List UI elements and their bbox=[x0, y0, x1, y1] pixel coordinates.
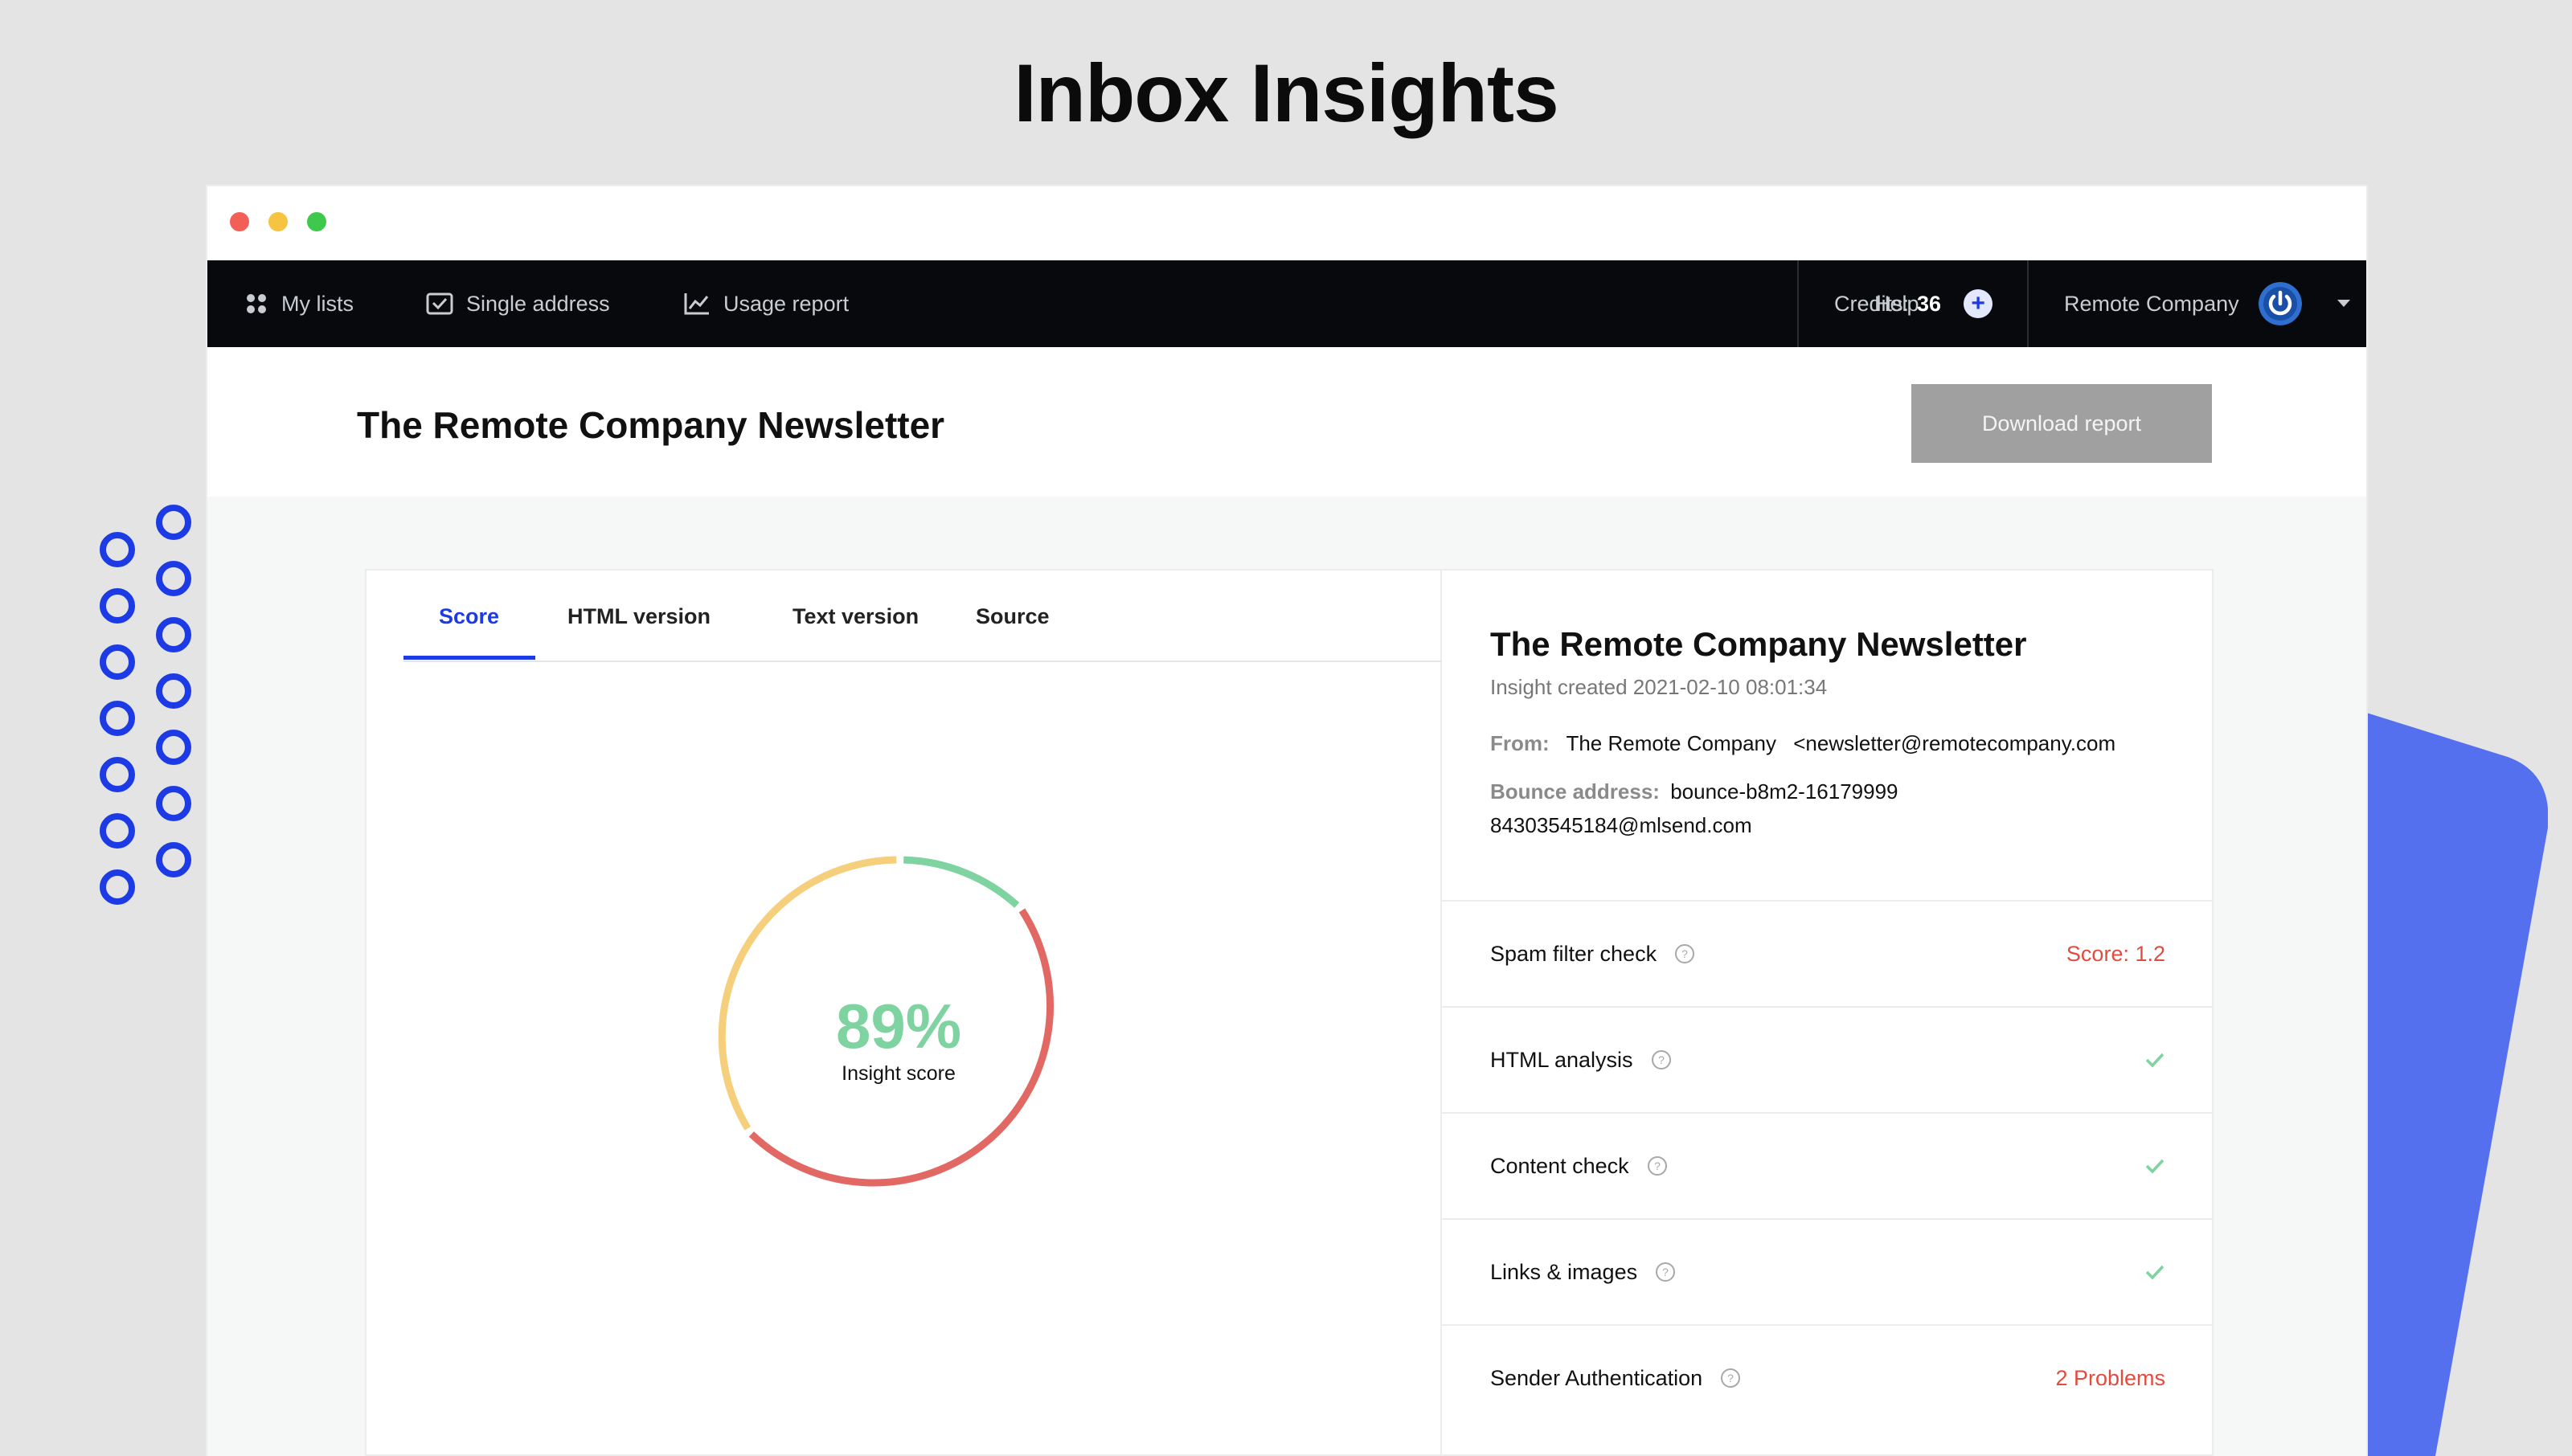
nav-credits: Credits: 36 + bbox=[1834, 260, 1993, 347]
nav-usage-report-label: Usage report bbox=[723, 291, 850, 316]
download-report-button[interactable]: Download report bbox=[1911, 384, 2212, 463]
checkmark-icon bbox=[2145, 1159, 2164, 1174]
decorative-dot bbox=[156, 730, 191, 765]
score-panel: Score HTML version Text version Source 8… bbox=[367, 571, 1442, 1456]
from-line: From: The Remote Company <newsletter@rem… bbox=[1490, 731, 2115, 756]
nav-my-lists-label: My lists bbox=[281, 291, 354, 316]
help-circle-icon[interactable]: ? bbox=[1674, 943, 1695, 964]
check-label-wrap: HTML analysis ? bbox=[1490, 1048, 1672, 1073]
decorative-dot-grid bbox=[100, 505, 204, 914]
tab-score[interactable]: Score bbox=[439, 571, 499, 662]
check-label-wrap: Content check ? bbox=[1490, 1154, 1668, 1179]
maximize-window-button[interactable] bbox=[307, 212, 326, 231]
credits-label: Credits: bbox=[1834, 291, 1910, 316]
decorative-dot bbox=[100, 701, 135, 736]
active-tab-indicator bbox=[403, 656, 535, 660]
check-row-html-analysis[interactable]: HTML analysis ? bbox=[1442, 1006, 2214, 1112]
check-label: Spam filter check bbox=[1490, 941, 1657, 966]
tab-html-version[interactable]: HTML version bbox=[567, 571, 711, 662]
sender-auth-status: 2 Problems bbox=[2055, 1365, 2165, 1390]
close-window-button[interactable] bbox=[230, 212, 249, 231]
check-label-wrap: Sender Authentication ? bbox=[1490, 1366, 1741, 1391]
grid-dots-icon bbox=[247, 294, 266, 313]
decorative-dot bbox=[100, 532, 135, 567]
insight-score-value: 89% bbox=[835, 991, 962, 1061]
from-label: From: bbox=[1490, 731, 1550, 755]
credits-value: 36 bbox=[1917, 291, 1942, 316]
tab-bar: Score HTML version Text version Source bbox=[403, 571, 1442, 662]
page-title: The Remote Company Newsletter bbox=[357, 404, 945, 446]
check-row-spam-filter[interactable]: Spam filter check ? Score: 1.2 bbox=[1442, 900, 2214, 1006]
help-circle-icon[interactable]: ? bbox=[1651, 1049, 1672, 1070]
decorative-dot bbox=[156, 505, 191, 540]
decorative-dot bbox=[100, 588, 135, 624]
tab-text-version[interactable]: Text version bbox=[792, 571, 919, 662]
report-details-panel: The Remote Company Newsletter Insight cr… bbox=[1442, 571, 2214, 1456]
minimize-window-button[interactable] bbox=[268, 212, 288, 231]
check-row-links-images[interactable]: Links & images ? bbox=[1442, 1218, 2214, 1324]
tab-text-version-label: Text version bbox=[792, 603, 919, 628]
tab-source[interactable]: Source bbox=[976, 571, 1050, 662]
caret-down-icon[interactable] bbox=[2336, 299, 2352, 309]
bounce-label: Bounce address: bbox=[1490, 779, 1660, 804]
window-titlebar bbox=[207, 186, 2366, 260]
help-circle-icon[interactable]: ? bbox=[1655, 1262, 1676, 1282]
nav-usage-report[interactable]: Usage report bbox=[683, 260, 849, 347]
decorative-dot bbox=[100, 757, 135, 792]
insight-created-timestamp: Insight created 2021-02-10 08:01:34 bbox=[1490, 675, 1828, 699]
nav-my-lists[interactable]: My lists bbox=[244, 260, 354, 347]
tab-source-label: Source bbox=[976, 603, 1050, 628]
power-avatar-icon bbox=[2258, 282, 2302, 325]
page-header: The Remote Company Newsletter Download r… bbox=[207, 347, 2366, 497]
report-title: The Remote Company Newsletter bbox=[1490, 625, 2027, 663]
decorative-dot bbox=[156, 786, 191, 821]
decorative-dot bbox=[156, 673, 191, 709]
help-circle-icon[interactable]: ? bbox=[1647, 1155, 1668, 1176]
decorative-dot bbox=[156, 617, 191, 652]
donut-segment-green bbox=[903, 856, 1020, 908]
from-name: The Remote Company bbox=[1566, 731, 1776, 755]
decorative-dot bbox=[156, 842, 191, 877]
check-label: HTML analysis bbox=[1490, 1047, 1633, 1072]
decorative-dot bbox=[156, 561, 191, 596]
check-label: Sender Authentication bbox=[1490, 1365, 1703, 1390]
svg-text:?: ? bbox=[1727, 1372, 1734, 1384]
svg-text:?: ? bbox=[1662, 1266, 1669, 1278]
svg-text:?: ? bbox=[1654, 1159, 1661, 1172]
bounce-address: Bounce address: bounce-b8m2-161799998430… bbox=[1490, 775, 1908, 842]
check-label: Links & images bbox=[1490, 1259, 1638, 1284]
line-chart-icon bbox=[684, 293, 709, 315]
svg-text:?: ? bbox=[1681, 947, 1688, 960]
check-label-wrap: Links & images ? bbox=[1490, 1260, 1676, 1285]
insight-card: Score HTML version Text version Source 8… bbox=[365, 569, 2214, 1456]
check-label: Content check bbox=[1490, 1153, 1629, 1178]
add-credits-button[interactable]: + bbox=[1964, 289, 1993, 318]
app-window: My lists Single address Usage report Hel… bbox=[207, 186, 2366, 1456]
tab-html-version-label: HTML version bbox=[567, 603, 711, 628]
check-row-content-check[interactable]: Content check ? bbox=[1442, 1112, 2214, 1218]
decorative-dot bbox=[100, 644, 135, 680]
top-navigation: My lists Single address Usage report Hel… bbox=[207, 260, 2366, 347]
checkmark-icon bbox=[2145, 1265, 2164, 1280]
decorative-dot bbox=[100, 869, 135, 905]
nav-single-address[interactable]: Single address bbox=[426, 260, 610, 347]
nav-single-address-label: Single address bbox=[466, 291, 610, 316]
nav-divider bbox=[2027, 260, 2029, 347]
envelope-check-icon bbox=[426, 292, 453, 315]
account-name: Remote Company bbox=[2064, 291, 2239, 316]
tab-score-label: Score bbox=[439, 603, 500, 628]
svg-text:?: ? bbox=[1658, 1053, 1665, 1066]
spam-score-status: Score: 1.2 bbox=[2066, 941, 2165, 966]
decorative-dot bbox=[100, 813, 135, 849]
check-label-wrap: Spam filter check ? bbox=[1490, 942, 1695, 967]
checkmark-icon bbox=[2145, 1053, 2164, 1068]
from-email: <newsletter@remotecompany.com bbox=[1793, 731, 2116, 755]
check-row-sender-authentication[interactable]: Sender Authentication ? 2 Problems bbox=[1442, 1324, 2214, 1430]
insight-score-label: Insight score bbox=[842, 1062, 956, 1085]
account-menu[interactable]: Remote Company bbox=[2064, 260, 2365, 347]
nav-divider bbox=[1797, 260, 1799, 347]
help-circle-icon[interactable]: ? bbox=[1720, 1368, 1741, 1389]
page-heading: Inbox Insights bbox=[1014, 47, 1558, 139]
